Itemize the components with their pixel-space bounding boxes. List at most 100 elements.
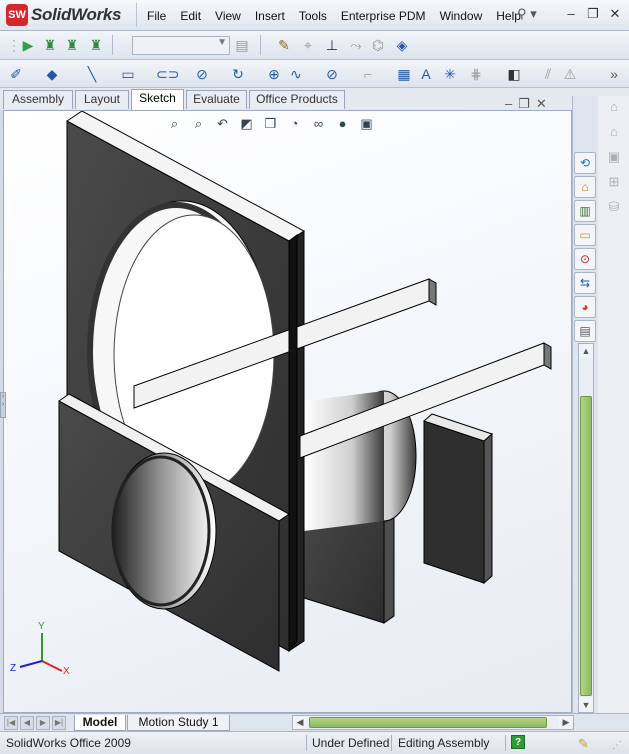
- zoom-area-icon[interactable]: ⌕: [189, 114, 208, 133]
- disabled-tool-icon: ⊞: [608, 174, 620, 189]
- edit-appearance-icon[interactable]: ●: [333, 114, 352, 133]
- offset-icon[interactable]: ◧: [504, 65, 524, 83]
- ellipse-icon[interactable]: ⊘: [322, 65, 342, 83]
- display-style-icon[interactable]: ◔: [285, 114, 304, 133]
- separator: [112, 35, 113, 55]
- separator: [505, 735, 506, 751]
- disabled-tool-column: ⌂ ⌂ ▣ ⊞ ⛁: [598, 96, 629, 713]
- next-tab-icon[interactable]: ▶: [36, 716, 50, 730]
- sketch-edit-icon[interactable]: ✐: [6, 65, 26, 83]
- configuration-combo[interactable]: ▼: [132, 36, 230, 55]
- rebuild-status-icon[interactable]: ✎: [578, 736, 589, 752]
- doc-close-button[interactable]: ✕: [536, 96, 547, 112]
- section-view-icon[interactable]: ◩: [237, 114, 256, 133]
- tab-layout[interactable]: Layout: [75, 90, 129, 109]
- rebuild3-icon[interactable]: ♜: [86, 36, 106, 54]
- relations-icon[interactable]: ⊥: [322, 36, 342, 54]
- marker-icon[interactable]: ◆: [42, 65, 62, 83]
- separator: [306, 735, 307, 751]
- combo-icon[interactable]: ▤: [232, 36, 252, 54]
- pattern-icon[interactable]: ⋕: [466, 65, 486, 83]
- tab-office-products[interactable]: Office Products: [249, 90, 345, 109]
- rebuild-icon[interactable]: ♜: [40, 36, 60, 54]
- circle-icon[interactable]: ⊘: [192, 65, 212, 83]
- custom-properties-icon[interactable]: ▤: [574, 320, 596, 342]
- horizontal-scrollbar[interactable]: ◀ ▶: [292, 715, 574, 730]
- menu-edit[interactable]: Edit: [173, 7, 208, 25]
- asterisk-icon[interactable]: ✳: [440, 65, 460, 83]
- heads-up-view-toolbar: ⌕ ⌕ ↶ ◩ ❒ ◔ ∞ ● ▣: [165, 114, 376, 133]
- horizontal-scroll-thumb[interactable]: [309, 717, 547, 728]
- app-logo-text: SolidWorks: [31, 5, 122, 24]
- scroll-left-icon[interactable]: ◀: [293, 716, 307, 729]
- doc-minimize-button[interactable]: –: [505, 96, 512, 112]
- scroll-up-icon[interactable]: ▲: [579, 344, 593, 358]
- menu-file[interactable]: File: [140, 7, 173, 25]
- convert-icon[interactable]: ⫽: [538, 65, 558, 83]
- tab-evaluate[interactable]: Evaluate: [186, 90, 247, 109]
- doc-restore-button[interactable]: ❐: [518, 96, 530, 112]
- spline-icon[interactable]: ∿: [286, 65, 306, 83]
- arc-icon[interactable]: ↻: [228, 65, 248, 83]
- smart-dim-icon[interactable]: ⌖: [298, 36, 318, 54]
- scroll-right-icon[interactable]: ▶: [559, 716, 573, 729]
- last-tab-icon[interactable]: ▶|: [52, 716, 66, 730]
- scroll-down-icon[interactable]: ▼: [579, 698, 593, 712]
- vertical-scrollbar[interactable]: ▲ ▼: [578, 343, 594, 713]
- menu-view[interactable]: View: [208, 7, 248, 25]
- solidworks-resources-icon[interactable]: ⟲: [574, 152, 596, 174]
- warning-icon[interactable]: ⚠: [560, 65, 580, 83]
- triad-x-label: X: [63, 666, 70, 677]
- minimize-button[interactable]: –: [561, 6, 581, 24]
- measure-icon[interactable]: ⌬: [368, 36, 388, 54]
- chevron-down-icon: ▼: [217, 37, 227, 48]
- text-icon[interactable]: A: [416, 65, 436, 83]
- view-orientation-icon[interactable]: ❒: [261, 114, 280, 133]
- separator: [136, 3, 137, 27]
- zoom-to-fit-icon[interactable]: ⌕: [165, 114, 184, 133]
- apply-scene-icon[interactable]: ▣: [357, 114, 376, 133]
- rectangle-icon[interactable]: ▭: [118, 65, 138, 83]
- solidworks-logo-icon: SW: [6, 4, 28, 26]
- point-icon[interactable]: ⊕: [264, 65, 284, 83]
- menu-window[interactable]: Window: [433, 7, 490, 25]
- restore-button[interactable]: ❐: [583, 6, 603, 24]
- file-explorer-icon[interactable]: ▭: [574, 224, 596, 246]
- tab-assembly[interactable]: Assembly: [3, 90, 73, 109]
- feature-manager-collapse-handle[interactable]: › ›: [0, 392, 6, 418]
- slot-icon[interactable]: ⊂⊃: [156, 65, 179, 83]
- grid-icon[interactable]: ▦: [394, 65, 414, 83]
- tab-motion-study-1[interactable]: Motion Study 1: [127, 715, 230, 731]
- rebuild2-icon[interactable]: ♜: [62, 36, 82, 54]
- design-library-icon[interactable]: ▥: [574, 200, 596, 222]
- sketch-icon[interactable]: ✎: [274, 36, 294, 54]
- rod-upper-end: [428, 278, 437, 306]
- vertical-scroll-thumb[interactable]: [580, 396, 592, 696]
- close-button[interactable]: ✕: [605, 6, 625, 24]
- menu-tools[interactable]: Tools: [292, 7, 334, 25]
- fillet-icon[interactable]: ⌐: [358, 65, 378, 83]
- play-icon[interactable]: ▶: [18, 36, 38, 54]
- help-icon[interactable]: ?: [511, 735, 525, 749]
- previous-view-icon[interactable]: ↶: [213, 114, 232, 133]
- tab-sketch[interactable]: Sketch: [131, 89, 184, 110]
- mirror-icon[interactable]: ⤳: [346, 36, 366, 54]
- line-icon[interactable]: ╲: [82, 65, 102, 83]
- prev-tab-icon[interactable]: ◀: [20, 716, 34, 730]
- tag-icon[interactable]: ◈: [392, 36, 412, 54]
- more-tools-icon[interactable]: »: [604, 65, 624, 83]
- appearances-icon[interactable]: ◕: [574, 296, 596, 318]
- first-tab-icon[interactable]: |◀: [4, 716, 18, 730]
- tab-model[interactable]: Model: [74, 715, 126, 731]
- separator: [391, 735, 392, 751]
- menu-enterprise-pdm[interactable]: Enterprise PDM: [334, 7, 433, 25]
- menu-insert[interactable]: Insert: [248, 7, 292, 25]
- resize-grip-icon[interactable]: ⋰: [612, 740, 622, 751]
- home-icon[interactable]: ⌂: [574, 176, 596, 198]
- pin-menu-icon[interactable]: ⚲ ▾: [512, 6, 542, 24]
- hide-show-icon[interactable]: ∞: [309, 114, 328, 133]
- view-palette-icon[interactable]: ⇆: [574, 272, 596, 294]
- graphics-area[interactable]: Y X Z: [3, 110, 572, 713]
- search-icon[interactable]: ⊙: [574, 248, 596, 270]
- disabled-tool-icon: ⌂: [610, 124, 618, 139]
